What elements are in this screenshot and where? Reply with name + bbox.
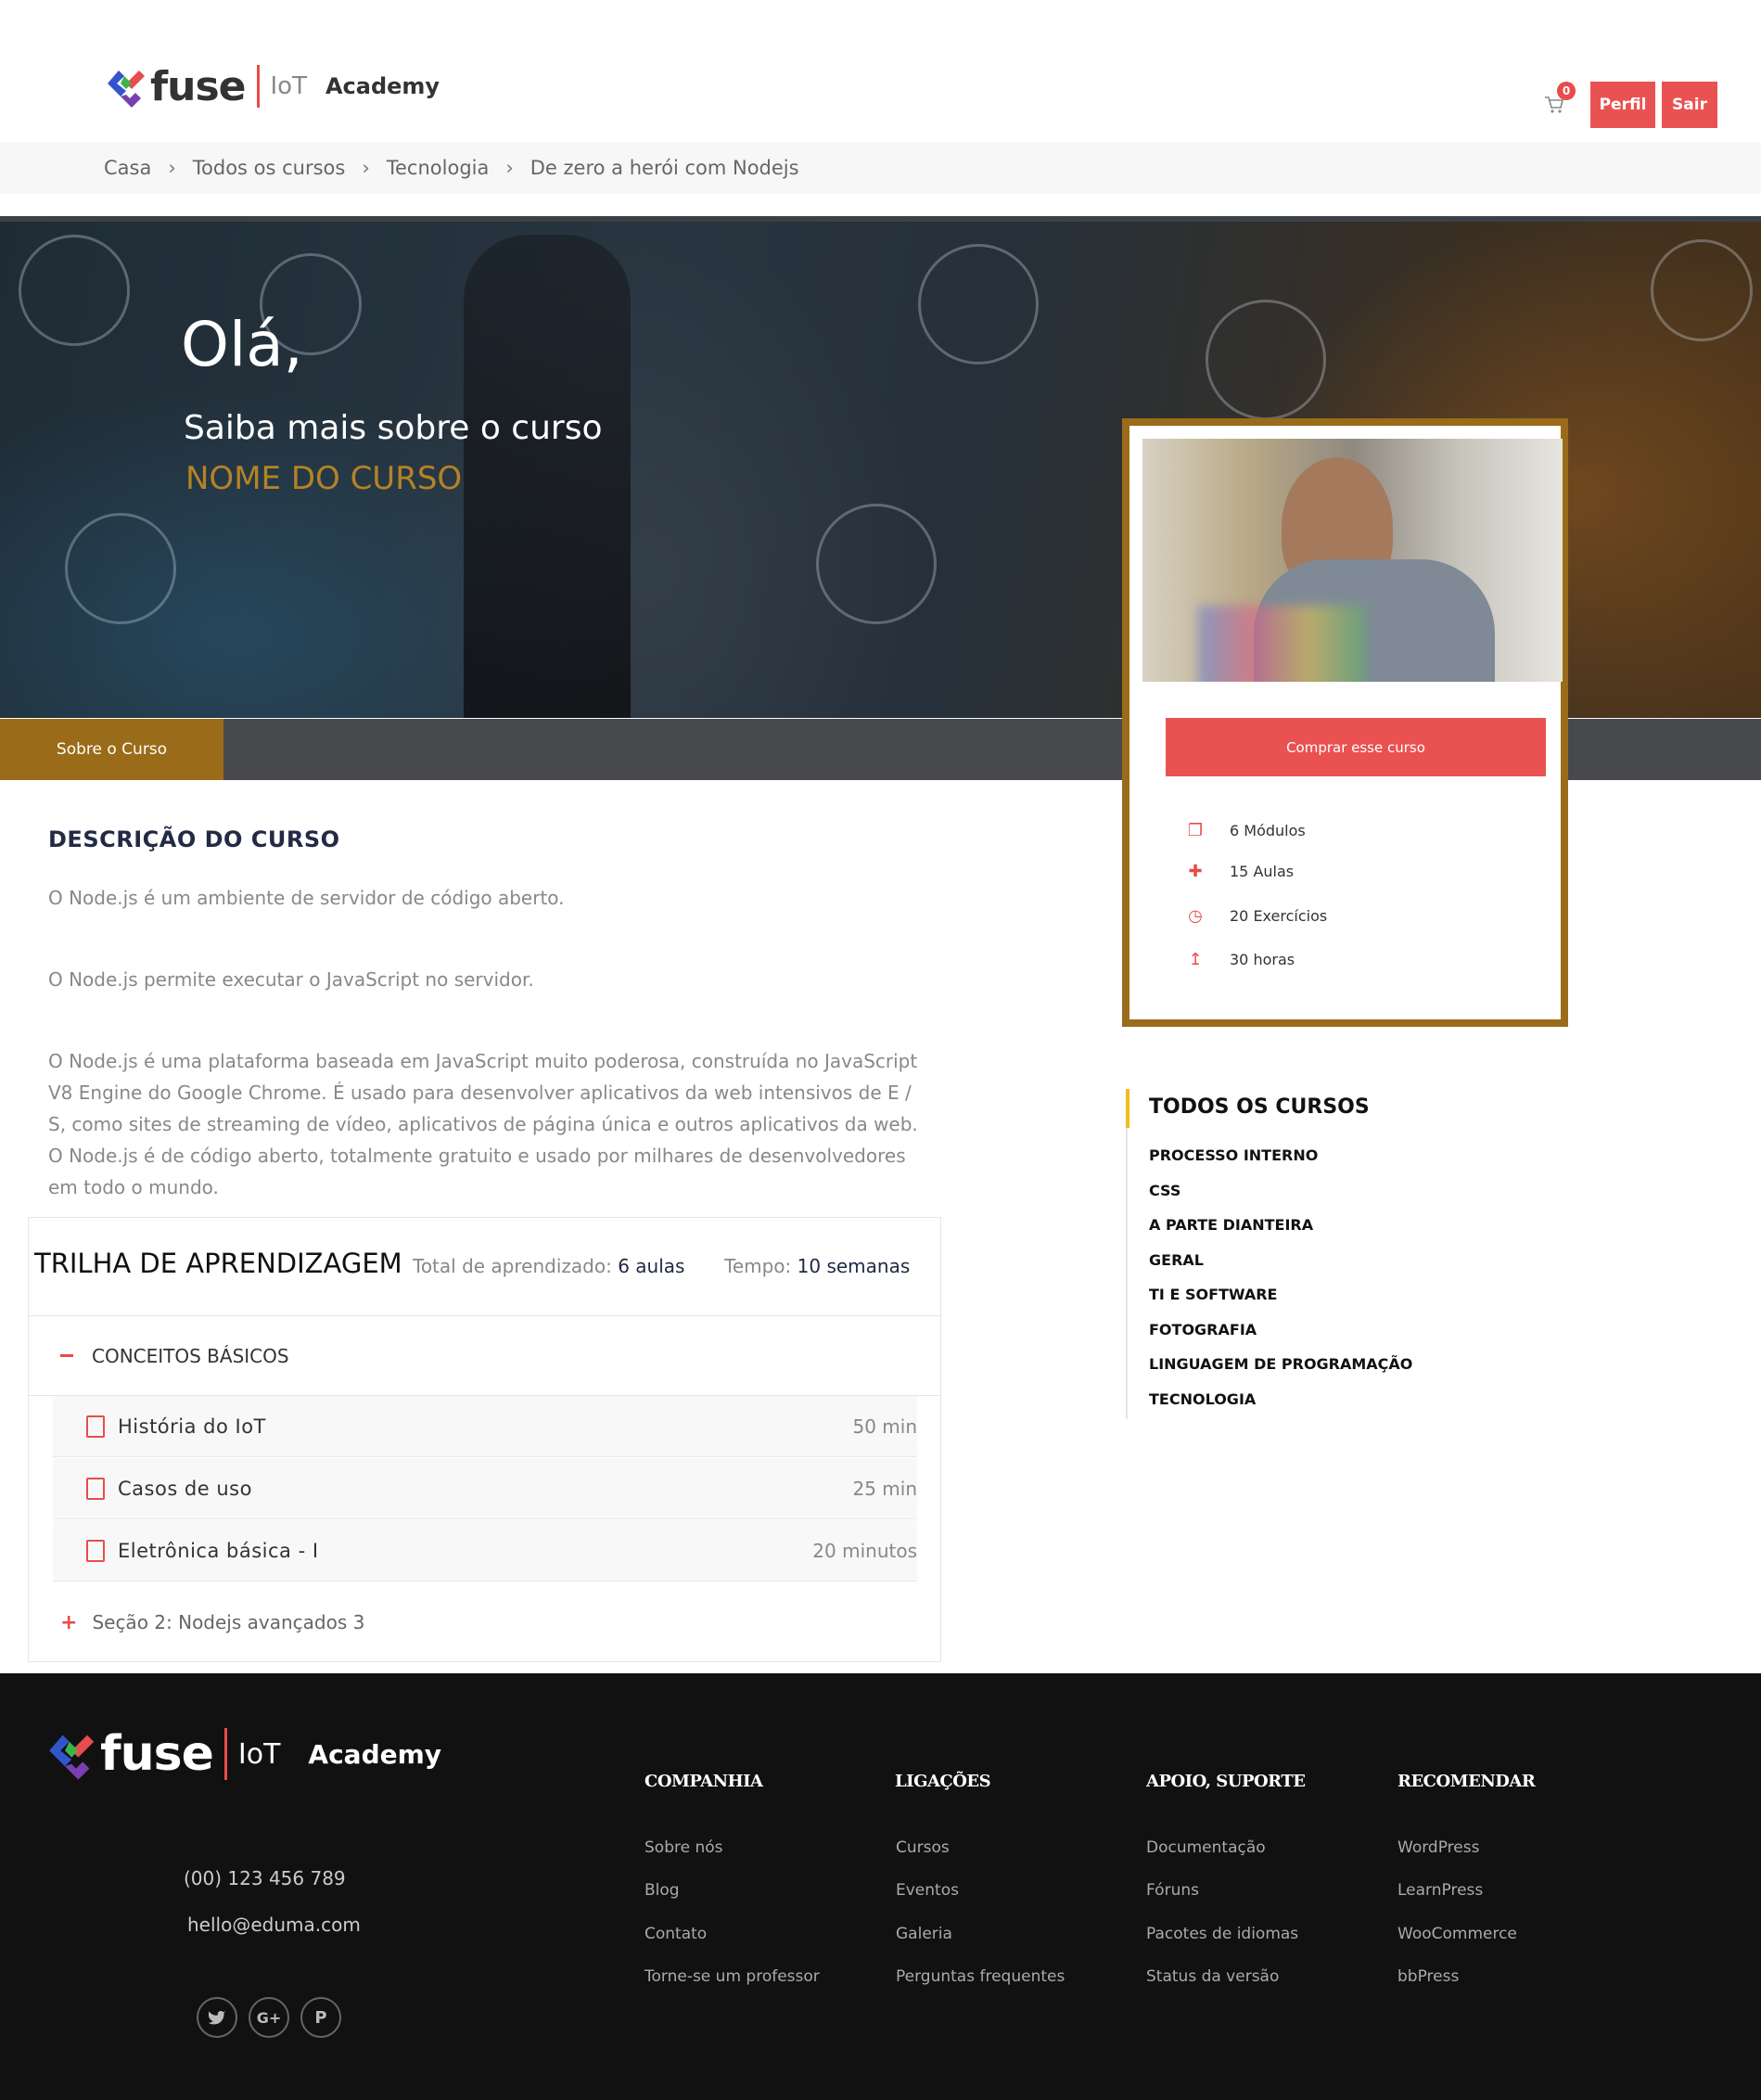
footer-col-support-title: APOIO, SUPORTE [1146,1772,1306,1791]
footer-link[interactable]: Perguntas frequentes [896,1967,1065,1986]
curriculum-header: TRILHA DE APRENDIZAGEM Total de aprendiz… [29,1218,940,1316]
collapse-minus-icon[interactable] [60,1354,73,1357]
chart-icon [816,504,937,624]
meta-lessons: ✚ 15 Aulas [1185,861,1294,881]
footer-col-links-title: LIGAÇÕES [895,1772,991,1791]
curriculum-time: Tempo: 10 semanas [724,1255,911,1277]
robot-arm-icon [1651,239,1753,341]
laptop-icon [65,513,176,624]
logo-academy: Academy [325,73,440,99]
footer-col-company-title: COMPANHIA [644,1772,763,1791]
buy-course-button[interactable]: Comprar esse curso [1166,718,1546,776]
curriculum-total: Total de aprendizado: 6 aulas [413,1255,685,1277]
curriculum-title: TRILHA DE APRENDIZAGEM [34,1248,402,1279]
footer-link[interactable]: Pacotes de idiomas [1146,1925,1298,1943]
tab-about-course[interactable]: Sobre o Curso [0,719,223,780]
site-logo[interactable]: fuse IoT Academy [104,50,440,122]
arrow-up-icon: ↥ [1188,949,1203,969]
puzzle-icon: ✚ [1188,861,1203,881]
hero-course-name: NOME DO CURSO [185,460,463,497]
google-plus-icon[interactable]: G+ [249,1997,289,2038]
footer-logo[interactable]: fuse IoT Academy [45,1712,441,1796]
breadcrumb-home[interactable]: Casa [104,157,151,179]
file-icon [86,1415,105,1438]
fuse-logo-icon [49,1719,95,1780]
file-icon [86,1477,105,1500]
logout-button[interactable]: Sair [1662,82,1717,128]
cart-button[interactable]: 0 [1542,82,1576,117]
description-title: DESCRIÇÃO DO CURSO [48,826,340,852]
lesson-row[interactable]: Eletrônica básica - I 20 minutos [53,1520,917,1581]
pinterest-icon[interactable]: P [300,1997,341,2038]
woman-silhouette [464,235,631,718]
categories-accent [1126,1089,1129,1128]
course-thumbnail [1142,439,1563,682]
expand-plus-icon[interactable]: + [60,1611,77,1634]
section-basic-concepts[interactable]: CONCEITOS BÁSICOS [29,1316,940,1396]
footer-link[interactable]: Documentação [1146,1838,1266,1857]
category-link[interactable]: CSS [1149,1182,1180,1199]
home-icon [1206,300,1326,420]
footer-link[interactable]: bbPress [1397,1967,1459,1986]
footer-phone: (00) 123 456 789 [184,1867,346,1889]
footer-link[interactable]: Galeria [896,1925,952,1943]
category-link[interactable]: TECNOLOGIA [1149,1390,1256,1408]
footer-link[interactable]: Sobre nós [644,1838,723,1857]
logo-word: fuse [150,62,246,110]
category-link[interactable]: PROCESSO INTERNO [1149,1146,1318,1164]
wifi-icon [918,244,1039,365]
footer-email[interactable]: hello@eduma.com [187,1914,361,1936]
section-advanced[interactable]: + Seção 2: Nodejs avançados 3 [29,1582,940,1662]
breadcrumb-category[interactable]: Tecnologia [387,157,490,179]
meta-exercises: ◷ 20 Exercícios [1185,905,1327,926]
profile-button[interactable]: Perfil [1590,82,1655,128]
breadcrumb-separator-icon: › [362,157,370,179]
categories-title: TODOS OS CURSOS [1149,1095,1370,1119]
description-paragraph: O Node.js permite executar o JavaScript … [48,968,534,991]
breadcrumb-separator-icon: › [168,157,176,179]
footer-col-recommend-title: RECOMENDAR [1397,1772,1536,1791]
category-link[interactable]: LINGUAGEM DE PROGRAMAÇÃO [1149,1355,1412,1373]
course-card: Comprar esse curso ❐ 6 Módulos ✚ 15 Aula… [1122,418,1568,1027]
category-link[interactable]: GERAL [1149,1251,1204,1269]
footer-link[interactable]: Status da versão [1146,1967,1279,1986]
footer-link[interactable]: WooCommerce [1397,1925,1517,1943]
logo-divider [256,65,260,108]
breadcrumb-current: De zero a herói com Nodejs [530,157,799,179]
meta-modules: ❐ 6 Módulos [1185,820,1306,840]
footer-link[interactable]: Eventos [896,1881,959,1900]
hero-greeting: Olá, [181,309,303,380]
categories-rule [1126,1089,1128,1419]
lesson-row[interactable]: História do IoT 50 min [53,1396,917,1457]
people-icon [19,235,130,346]
description-paragraph: O Node.js é um ambiente de servidor de c… [48,887,565,909]
description-paragraph: O Node.js é uma plataforma baseada em Ja… [48,1050,918,1198]
cart-count-badge: 0 [1557,82,1576,100]
hero-subtitle: Saiba mais sobre o curso [184,409,603,447]
hero-top-border [0,216,1761,222]
category-link[interactable]: FOTOGRAFIA [1149,1321,1257,1338]
twitter-icon[interactable] [197,1997,237,2038]
category-link[interactable]: A PARTE DIANTEIRA [1149,1216,1313,1234]
curriculum-box: TRILHA DE APRENDIZAGEM Total de aprendiz… [28,1217,941,1662]
breadcrumb-all-courses[interactable]: Todos os cursos [193,157,346,179]
footer-link[interactable]: WordPress [1397,1838,1479,1857]
breadcrumb: Casa › Todos os cursos › Tecnologia › De… [0,142,1761,194]
fuse-logo-icon [108,58,145,108]
footer-link[interactable]: Blog [644,1881,680,1900]
footer-link[interactable]: LearnPress [1397,1881,1483,1900]
category-link[interactable]: TI E SOFTWARE [1149,1286,1277,1303]
copy-icon: ❐ [1187,820,1204,840]
logo-iot: IoT [270,72,307,100]
footer-link[interactable]: Fóruns [1146,1881,1199,1900]
footer-link[interactable]: Cursos [896,1838,950,1857]
lesson-row[interactable]: Casos de uso 25 min [53,1458,917,1519]
logo-divider [223,1728,227,1780]
footer-link[interactable]: Torne-se um professor [644,1967,820,1986]
footer-link[interactable]: Contato [644,1925,707,1943]
clock-icon: ◷ [1188,905,1203,926]
meta-hours: ↥ 30 horas [1185,949,1295,969]
file-icon [86,1539,105,1562]
breadcrumb-separator-icon: › [505,157,514,179]
